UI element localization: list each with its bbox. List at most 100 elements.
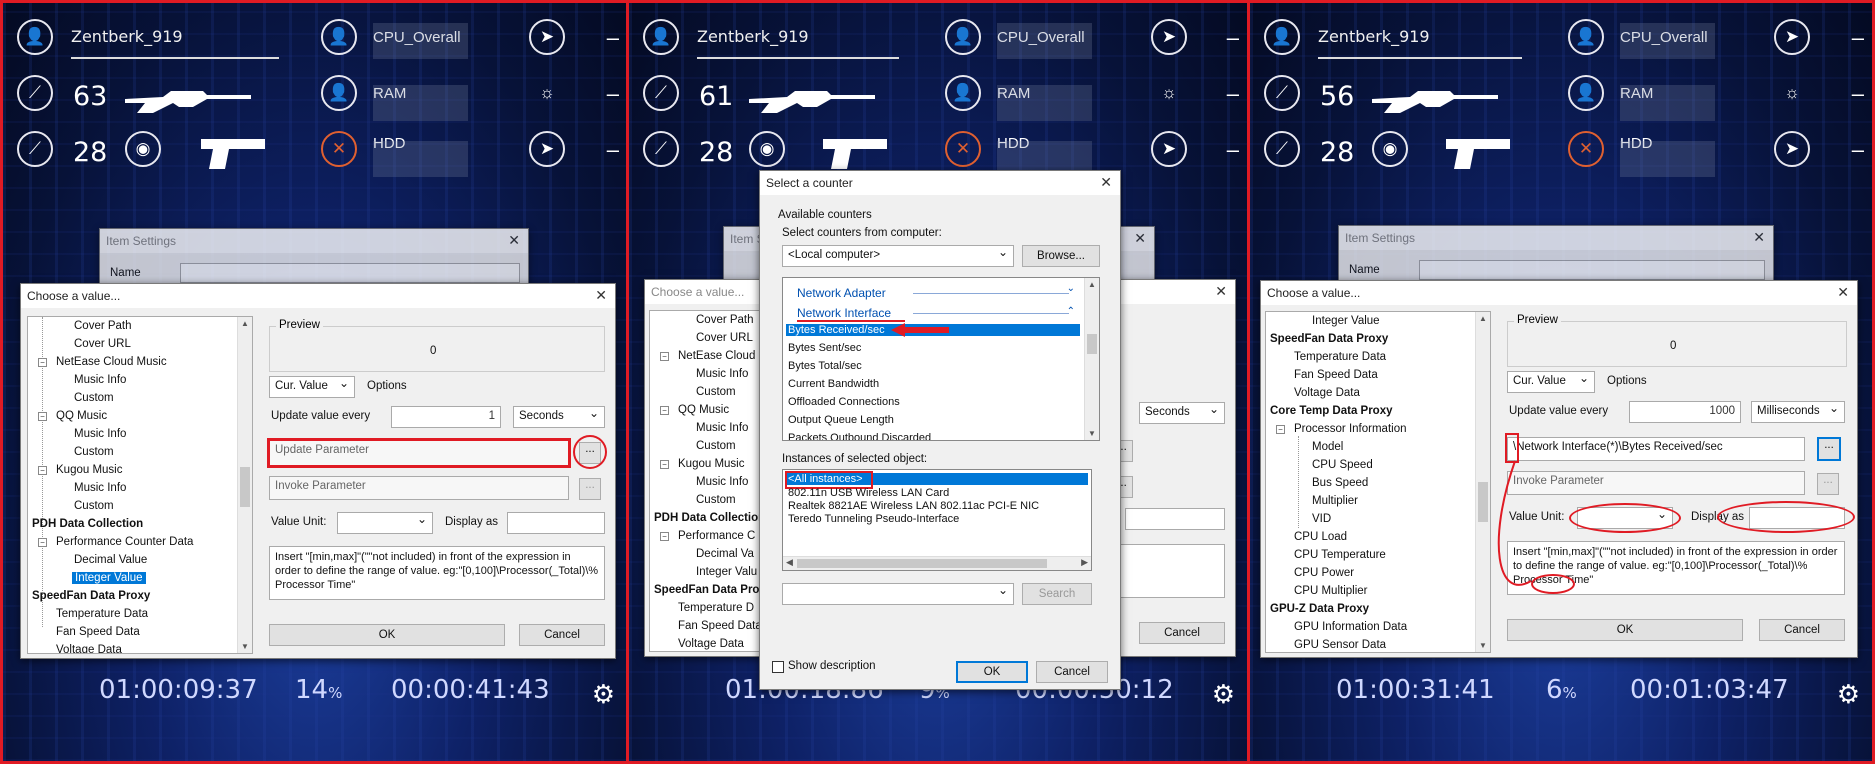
tree-item[interactable]: Kugou Music xyxy=(678,458,744,470)
counter-item[interactable]: Offloaded Connections xyxy=(788,396,900,408)
gear-icon[interactable]: ⚙ xyxy=(1837,679,1860,710)
tree-item[interactable]: Custom xyxy=(74,446,114,458)
category-network-adapter[interactable]: Network Adapter xyxy=(797,286,886,300)
tree-item[interactable]: Music Info xyxy=(696,368,748,380)
tree-item[interactable]: Fan Speed Data xyxy=(56,626,140,638)
ok-button[interactable]: OK xyxy=(1507,619,1743,641)
search-select[interactable] xyxy=(782,583,1014,605)
tree-item[interactable]: Temperature Data xyxy=(1294,351,1386,363)
computer-select[interactable]: <Local computer> xyxy=(782,245,1014,267)
gear-icon[interactable]: ⚙ xyxy=(1212,679,1235,710)
tree-item[interactable]: Kugou Music xyxy=(56,464,122,476)
cancel-button[interactable]: Cancel xyxy=(1139,622,1225,644)
tree-item[interactable]: Cover Path xyxy=(696,314,754,326)
tree-item[interactable]: Music Info xyxy=(74,428,126,440)
tree-item[interactable]: Multiplier xyxy=(1312,495,1358,507)
tree-item[interactable]: Cover URL xyxy=(74,338,131,350)
instances-list[interactable]: <All instances> 802.11n USB Wireless LAN… xyxy=(782,469,1092,571)
tree-item[interactable]: Custom xyxy=(696,494,736,506)
tree-item[interactable]: VID xyxy=(1312,513,1331,525)
tree-item[interactable]: CPU Temperature xyxy=(1294,549,1386,561)
close-icon[interactable]: ✕ xyxy=(1837,284,1849,301)
update-interval-input[interactable]: 1000 xyxy=(1629,401,1741,423)
tree-item[interactable]: Voltage Data xyxy=(1294,387,1360,399)
tree-item[interactable]: Music Info xyxy=(74,482,126,494)
tree-item[interactable]: Decimal Va xyxy=(696,548,754,560)
tree-item[interactable]: Integer Value xyxy=(1312,315,1380,327)
tree-item[interactable]: Core Temp Data Proxy xyxy=(1270,405,1393,417)
update-parameter-input[interactable]: \Network Interface(*)\Bytes Received/sec xyxy=(1507,437,1805,461)
value-tree[interactable]: Cover Path Cover URL − NetEase Cloud Mus… xyxy=(27,316,253,654)
cur-value-select[interactable]: Cur. Value xyxy=(269,376,355,398)
tree-item[interactable]: CPU Multiplier xyxy=(1294,585,1368,597)
tree-item[interactable]: QQ Music xyxy=(678,404,729,416)
close-icon[interactable]: ✕ xyxy=(1215,283,1227,300)
value-tree[interactable]: Integer Value SpeedFan Data Proxy Temper… xyxy=(1265,311,1491,653)
close-icon[interactable]: ✕ xyxy=(595,287,607,304)
name-input[interactable] xyxy=(180,263,520,283)
tree-item[interactable]: PDH Data Collection xyxy=(654,512,765,524)
tree-item[interactable]: NetEase Cloud Music xyxy=(56,356,167,368)
tree-item-selected[interactable]: Integer Value xyxy=(72,572,146,584)
update-unit-select[interactable]: Milliseconds xyxy=(1751,401,1845,423)
tree-item[interactable]: CPU Speed xyxy=(1312,459,1373,471)
display-as-input[interactable] xyxy=(1125,508,1225,530)
update-interval-input[interactable]: 1 xyxy=(391,406,501,428)
instance-item[interactable]: Teredo Tunneling Pseudo-Interface xyxy=(788,513,959,525)
tree-item[interactable]: Fan Speed Data xyxy=(1294,369,1378,381)
tree-scrollbar[interactable]: ▲ ▼ xyxy=(237,317,252,653)
tree-item[interactable]: Custom xyxy=(74,392,114,404)
tree-item[interactable]: CPU Load xyxy=(1294,531,1347,543)
tree-item[interactable]: Decimal Value xyxy=(74,554,147,566)
counter-scrollbar[interactable]: ▲ ▼ xyxy=(1084,278,1099,440)
browse-button[interactable]: Browse... xyxy=(1022,245,1100,267)
tree-item[interactable]: SpeedFan Data Proxy xyxy=(1270,333,1388,345)
tree-item[interactable]: Music Info xyxy=(696,476,748,488)
cancel-button[interactable]: Cancel xyxy=(519,624,605,646)
instance-item[interactable]: Realtek 8821AE Wireless LAN 802.11ac PCI… xyxy=(788,500,1039,512)
tree-item[interactable]: Performance C xyxy=(678,530,755,542)
tree-item[interactable]: CPU Power xyxy=(1294,567,1354,579)
tree-item[interactable]: Performance Counter Data xyxy=(56,536,193,548)
close-icon[interactable]: ✕ xyxy=(1134,230,1146,247)
update-parameter-browse-button[interactable]: ... xyxy=(1817,437,1841,461)
close-icon[interactable]: ✕ xyxy=(508,232,520,249)
cancel-button[interactable]: Cancel xyxy=(1036,661,1108,683)
update-unit-select[interactable]: Seconds xyxy=(513,406,605,428)
tree-item[interactable]: SpeedFan Data Pro xyxy=(654,584,759,596)
ok-button[interactable]: OK xyxy=(956,661,1028,683)
ok-button[interactable]: OK xyxy=(269,624,505,646)
counter-item[interactable]: Packets Outbound Discarded xyxy=(788,432,931,440)
cancel-button[interactable]: Cancel xyxy=(1759,619,1845,641)
update-unit-select[interactable]: Seconds xyxy=(1139,402,1225,424)
instance-item[interactable]: 802.11n USB Wireless LAN Card xyxy=(788,487,949,499)
close-icon[interactable]: ✕ xyxy=(1753,229,1765,246)
value-unit-select[interactable] xyxy=(337,512,433,534)
tree-item[interactable]: NetEase Cloud xyxy=(678,350,755,362)
tree-item[interactable]: Custom xyxy=(696,386,736,398)
tree-item[interactable]: GPU-Z Data Proxy xyxy=(1270,603,1369,615)
tree-item[interactable]: Cover Path xyxy=(74,320,132,332)
tree-item[interactable]: Integer Valu xyxy=(696,566,757,578)
show-description-checkbox[interactable] xyxy=(772,661,784,673)
tree-item[interactable]: Voltage Data xyxy=(56,644,122,653)
tree-item[interactable]: Voltage Data xyxy=(678,638,744,650)
tree-item[interactable]: Fan Speed Data xyxy=(678,620,762,632)
tree-item[interactable]: Music Info xyxy=(74,374,126,386)
tree-item[interactable]: Bus Speed xyxy=(1312,477,1368,489)
invoke-parameter-browse-button[interactable]: ... xyxy=(1817,473,1839,495)
search-button[interactable]: Search xyxy=(1022,583,1092,605)
invoke-parameter-input[interactable]: Invoke Parameter xyxy=(269,476,569,500)
cur-value-select[interactable]: Cur. Value xyxy=(1507,371,1595,393)
counter-list[interactable]: Network Adapter ⌄ Network Interface ⌃ By… xyxy=(782,277,1100,441)
tree-item[interactable]: Custom xyxy=(696,440,736,452)
close-icon[interactable]: ✕ xyxy=(1100,174,1112,191)
counter-item[interactable]: Current Bandwidth xyxy=(788,378,879,390)
tree-item[interactable]: GPU Sensor Data xyxy=(1294,639,1386,651)
tree-item[interactable]: GPU Information Data xyxy=(1294,621,1407,633)
tree-item[interactable]: QQ Music xyxy=(56,410,107,422)
tree-item[interactable]: SpeedFan Data Proxy xyxy=(32,590,150,602)
gear-icon[interactable]: ⚙ xyxy=(592,679,615,710)
tree-item[interactable]: Model xyxy=(1312,441,1343,453)
name-input[interactable] xyxy=(1419,260,1765,280)
